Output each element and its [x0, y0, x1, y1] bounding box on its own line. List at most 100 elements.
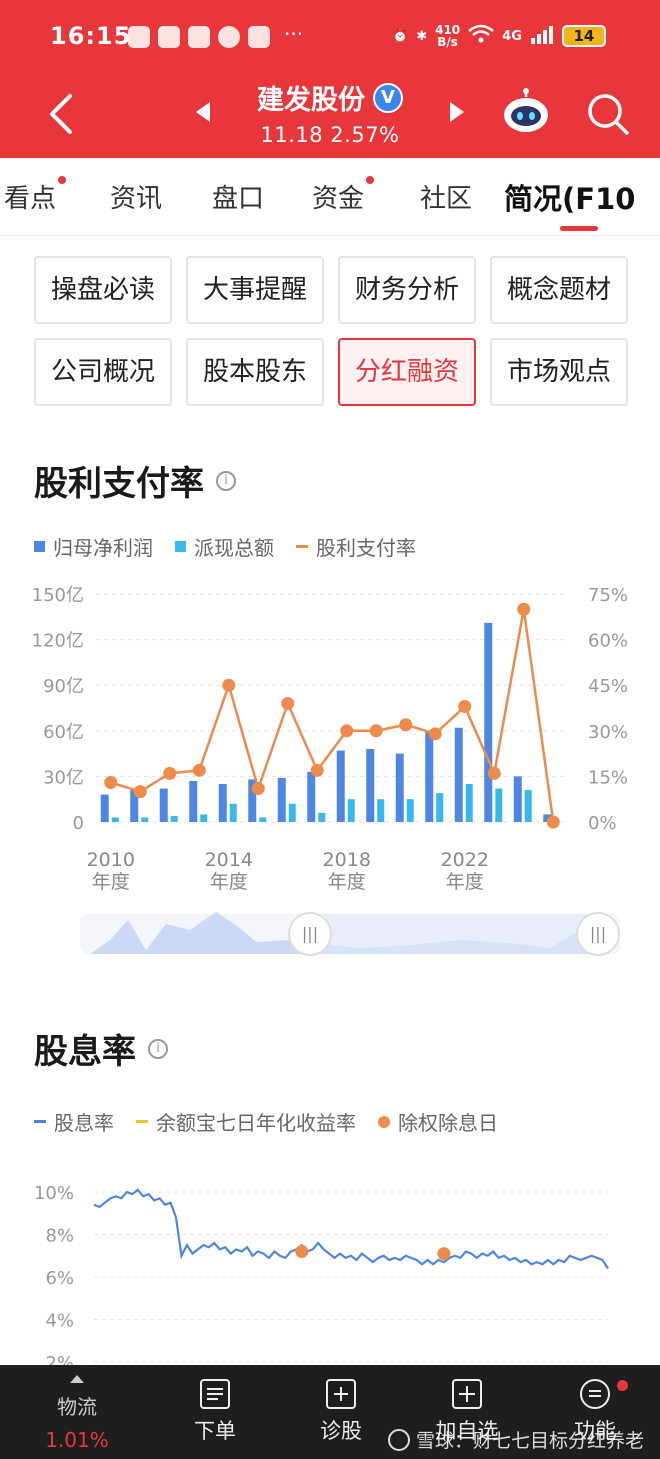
sector-change: 1.01% [45, 1428, 109, 1452]
menu-events[interactable]: 大事提醒 [186, 256, 324, 324]
info-icon[interactable]: i [216, 470, 236, 491]
wifi-icon [468, 24, 494, 48]
stock-title: 建发股份 V 11.18 2.57% [200, 78, 460, 147]
tab-community[interactable]: 社区 [420, 178, 472, 215]
tab-funds[interactable]: 资金 [312, 176, 375, 215]
bar-profit [100, 794, 109, 822]
yield-chart[interactable]: 2%4%6%8%10% [0, 1170, 660, 1370]
legend-label: 归母净利润 [53, 536, 153, 560]
tab-kandian[interactable]: 看点 [4, 176, 67, 215]
tab-dot [58, 176, 67, 184]
payout-chart[interactable]: 0 0%30亿 15%60亿 30%90亿 45%120亿 60%150亿 75%2010年… [0, 570, 660, 900]
menu-shareholders[interactable]: 股本股东 [186, 338, 324, 406]
legend-label: 除权除息日 [398, 1111, 498, 1135]
x-tick-label: 2022 [441, 849, 489, 871]
tab-label: 资讯 [110, 184, 163, 214]
chart-range-slider[interactable]: ||| ||| [80, 910, 620, 958]
y-left-tick-label: 0 [73, 813, 84, 834]
bluetooth-icon: ✱ [416, 28, 428, 44]
tab-f10[interactable]: 简况(F10 [504, 176, 635, 218]
payout-point [340, 724, 354, 738]
bar-dividend [229, 803, 237, 822]
search-icon[interactable] [586, 92, 630, 136]
menu-caopan[interactable]: 操盘必读 [34, 256, 172, 324]
bar-profit [425, 730, 434, 822]
payout-point [399, 718, 413, 732]
tab-dot [366, 176, 375, 184]
add-icon [452, 1379, 482, 1409]
bar-dividend [524, 790, 532, 822]
legend-item-yuebao[interactable]: 余额宝七日年化收益率 [136, 1107, 356, 1136]
ex-dividend-point [437, 1247, 451, 1261]
y-tick-label: 6% [45, 1268, 74, 1289]
menu-concept[interactable]: 概念题材 [490, 256, 628, 324]
y-tick-label: 10% [34, 1183, 74, 1204]
bar-dividend [318, 812, 326, 822]
status-time: 16:15 [50, 22, 132, 50]
legend-swatch [34, 1120, 46, 1123]
bar-profit [454, 727, 463, 822]
diagnose-button[interactable]: 诊股 [296, 1379, 386, 1445]
bar-dividend [436, 793, 444, 822]
payout-point [546, 815, 560, 829]
y-left-tick-label: 150亿 [32, 585, 84, 606]
legend-item-yield[interactable]: 股息率 [34, 1107, 114, 1136]
payout-point [487, 766, 501, 780]
y-right-tick-label: 30% [588, 722, 628, 743]
robot-assistant-icon[interactable] [502, 88, 550, 134]
bar-profit [277, 777, 286, 822]
x-tick-label-suffix: 年度 [446, 871, 484, 893]
payout-point [192, 763, 206, 777]
bar-dividend [406, 799, 414, 822]
payout-legend: 归母净利润 派现总额 股利支付率 [34, 532, 416, 561]
order-button[interactable]: 下单 [170, 1379, 260, 1445]
tab-label: 盘口 [212, 184, 265, 214]
back-button[interactable] [44, 92, 78, 136]
slider-handle-left[interactable]: ||| [288, 912, 332, 956]
payout-point [517, 602, 531, 616]
app-notification-icon [188, 26, 210, 48]
x-tick-label-suffix: 年度 [210, 871, 248, 893]
payout-point [104, 775, 118, 789]
bar-profit [395, 753, 404, 822]
legend-label: 余额宝七日年化收益率 [156, 1111, 356, 1135]
info-icon[interactable]: i [148, 1038, 168, 1059]
bar-profit [366, 749, 375, 822]
legend-item-dividend[interactable]: 派现总额 [175, 532, 274, 561]
x-tick-label: 2014 [205, 849, 253, 871]
tab-news[interactable]: 资讯 [110, 178, 162, 215]
menu-icon [580, 1379, 610, 1409]
bar-profit [307, 771, 316, 822]
app-notification-icon [158, 26, 180, 48]
y-left-tick-label: 120亿 [32, 631, 84, 652]
y-right-tick-label: 75% [588, 585, 628, 606]
legend-item-exdiv[interactable]: 除权除息日 [378, 1107, 498, 1136]
sector-name: 物流 [57, 1395, 97, 1419]
net-speed: 410 B/s [435, 24, 460, 48]
bar-profit [159, 788, 168, 822]
legend-item-payout[interactable]: 股利支付率 [296, 532, 416, 561]
menu-market-view[interactable]: 市场观点 [490, 338, 628, 406]
tab-pankou[interactable]: 盘口 [212, 178, 264, 215]
sector-indicator[interactable]: 物流 1.01% [32, 1375, 122, 1452]
menu-dividend[interactable]: 分红融资 [338, 338, 476, 406]
bar-dividend [200, 814, 208, 822]
y-right-tick-label: 0% [588, 813, 617, 834]
bar-profit [513, 776, 522, 822]
stock-change: 2.57% [330, 123, 400, 147]
slider-handle-right[interactable]: ||| [576, 912, 620, 956]
order-icon [200, 1379, 230, 1409]
battery-indicator: 14 [561, 25, 606, 47]
bar-dividend [259, 817, 267, 822]
y-left-tick-label: 90亿 [43, 676, 84, 697]
stock-price: 11.18 [260, 123, 324, 147]
menu-finance[interactable]: 财务分析 [338, 256, 476, 324]
next-stock-button[interactable] [450, 102, 464, 122]
stock-name: 建发股份 [257, 85, 365, 116]
legend-item-profit[interactable]: 归母净利润 [34, 532, 153, 561]
menu-company[interactable]: 公司概况 [34, 338, 172, 406]
yield-legend: 股息率 余额宝七日年化收益率 除权除息日 [34, 1107, 498, 1136]
payout-point [281, 696, 295, 710]
y-left-tick-label: 30亿 [43, 767, 84, 788]
alarm-icon: ⏰ [392, 28, 409, 44]
